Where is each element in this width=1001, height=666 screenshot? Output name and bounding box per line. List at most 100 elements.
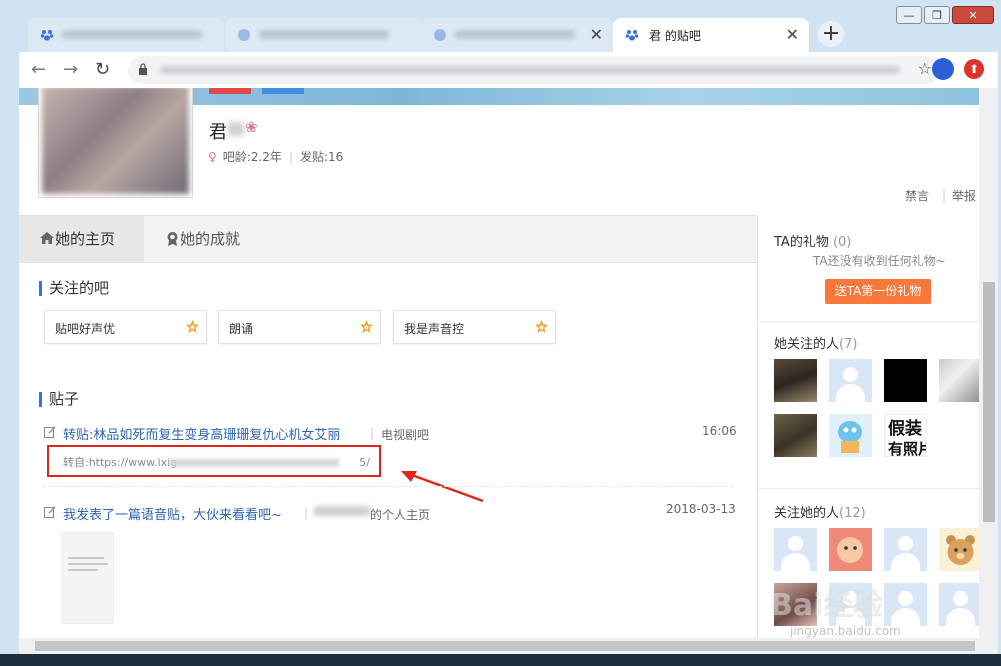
reload-button[interactable]: ↻ (95, 59, 110, 80)
browser-tab-3[interactable]: ✕ (421, 18, 613, 52)
right-sidebar: TA的礼物 (0) TA还没有收到任何礼物~ 送TA第一份礼物 她关注的人(7)… (757, 215, 979, 638)
profile-meta: ♀ 吧龄:2.2年 | 发贴:16 (208, 150, 344, 164)
baidu-paw-icon (40, 30, 54, 41)
post-divider (43, 486, 733, 487)
browser-tab-active[interactable]: 君 的贴吧 ✕ (613, 18, 809, 52)
bar-age: 吧龄:2.2年 (222, 150, 282, 164)
baidu-paw-icon (625, 30, 639, 41)
bar-card[interactable]: 朗诵 (218, 310, 381, 344)
name-blurred (228, 122, 244, 136)
followed-bars-title: 关注的吧 (39, 281, 109, 296)
desktop-background-strip (0, 654, 1001, 666)
follower-avatar[interactable] (774, 528, 817, 571)
minimize-button[interactable]: — (896, 6, 922, 24)
horizontal-scroll-thumb[interactable] (35, 641, 975, 651)
level-star-icon (186, 320, 199, 333)
home-icon (40, 232, 54, 244)
post-source-bar[interactable]: 电视剧吧 (381, 426, 429, 443)
post-time: 2018-03-13 (666, 502, 736, 516)
bar-name: 贴吧好声优 (55, 322, 116, 336)
annotation-arrow-icon (401, 471, 484, 503)
extension-upload-icon[interactable]: ⬆ (964, 59, 984, 79)
browser-tab-2[interactable] (225, 18, 421, 52)
post-thumbnail[interactable] (61, 532, 114, 624)
profile-name: 君 (209, 122, 227, 143)
back-button[interactable]: ← (31, 59, 46, 80)
bar-card[interactable]: 我是声音控 (393, 310, 556, 344)
profile-avatar (38, 88, 193, 198)
level-star-icon (360, 320, 373, 333)
mute-link[interactable]: 禁言 (905, 187, 929, 204)
browser-tab-1[interactable] (28, 18, 224, 52)
tab-strip: ✕ 君 的贴吧 ✕ + — ❐ ✕ (0, 0, 1001, 52)
address-bar[interactable]: ☆ (128, 56, 940, 84)
followers-title: 关注她的人(12) (774, 506, 866, 521)
send-gift-button[interactable]: 送TA第一份礼物 (825, 279, 931, 304)
female-icon: ♀ (208, 150, 217, 164)
post-source-home[interactable]: 的个人主页 (370, 506, 430, 523)
edit-icon (44, 426, 56, 438)
gifts-title: TA的礼物 (0) (774, 235, 852, 250)
tab-achievements-label: 她的成就 (180, 230, 241, 248)
tab-title-blurred (62, 30, 202, 39)
follower-avatar[interactable] (884, 528, 927, 571)
new-tab-button[interactable]: + (818, 21, 844, 47)
posts-title: 贴子 (39, 392, 79, 407)
watermark-logo: Bai经验 (770, 588, 884, 623)
medal-icon (167, 232, 178, 246)
browser-window: ✕ 君 的贴吧 ✕ + — ❐ ✕ ← → ↻ ☆ ⬆ 君 ❀ ♀ 吧龄:2.2… (0, 0, 1001, 666)
lock-icon (139, 63, 147, 75)
banner-button-blue[interactable] (262, 88, 304, 94)
followed-user-avatar[interactable] (939, 359, 979, 402)
watermark-url: jingyan.baidu.com (790, 624, 901, 638)
browser-toolbar: ← → ↻ ☆ ⬆ (19, 52, 998, 88)
report-link[interactable]: 举报 (952, 187, 976, 204)
extension-butterfly-icon[interactable] (932, 58, 954, 80)
bar-card[interactable]: 贴吧好声优 (44, 310, 207, 344)
flower-icon: ❀ (245, 118, 258, 136)
post-title-link[interactable]: 我发表了一篇语音贴，大伙来看看吧~ (63, 504, 282, 523)
followed-user-avatar[interactable] (829, 359, 872, 402)
close-tab-icon[interactable]: ✕ (590, 25, 603, 44)
globe-icon (434, 29, 446, 41)
tab-title-blurred (259, 30, 389, 39)
tab-title-blurred (455, 30, 575, 39)
follower-avatar[interactable] (939, 528, 979, 571)
level-star-icon (535, 320, 548, 333)
post-time: 16:06 (702, 424, 737, 438)
follower-avatar[interactable] (939, 583, 979, 626)
highlight-box (47, 445, 381, 477)
banner-button-red[interactable] (209, 88, 251, 94)
url-blurred (160, 66, 900, 74)
tab-home[interactable]: 她的主页 (19, 216, 144, 262)
bar-name: 我是声音控 (404, 322, 465, 336)
close-tab-icon[interactable]: ✕ (786, 25, 799, 44)
post-title-link[interactable]: 转贴:林品如死而复生变身高珊珊复仇心机女艾丽 (63, 424, 340, 443)
svg-text:有照片: 有照片 (888, 440, 927, 457)
globe-icon (238, 29, 250, 41)
followed-user-avatar[interactable] (774, 414, 817, 457)
post-count: 发贴:16 (299, 150, 344, 164)
forward-button[interactable]: → (63, 59, 78, 80)
source-blurred (314, 506, 370, 516)
svg-text:假装: 假装 (888, 418, 922, 439)
bar-name: 朗诵 (229, 322, 254, 336)
followed-user-avatar[interactable] (884, 359, 927, 402)
profile-tabs: 她的主页 她的成就 (19, 215, 757, 263)
tab-home-label: 她的主页 (55, 230, 116, 248)
gifts-empty-note: TA还没有收到任何礼物~ (813, 254, 946, 268)
tieba-profile-page: 君 ❀ ♀ 吧龄:2.2年 | 发贴:16 禁言 | 举报 她的主页 她的成就 关注的… (19, 88, 979, 638)
edit-icon (44, 506, 56, 518)
followed-user-avatar[interactable] (829, 414, 872, 457)
bookmark-star-icon[interactable]: ☆ (918, 59, 932, 78)
follower-avatar[interactable] (829, 528, 872, 571)
followed-user-avatar[interactable] (774, 359, 817, 402)
tab-achievements[interactable]: 她的成就 (145, 216, 240, 262)
maximize-button[interactable]: ❐ (924, 6, 950, 24)
following-title: 她关注的人(7) (774, 337, 858, 352)
follower-avatar[interactable] (884, 583, 927, 626)
followed-user-avatar[interactable]: 假装有照片 (884, 414, 927, 457)
vertical-scroll-thumb[interactable] (983, 282, 995, 522)
tab-title: 君 的贴吧 (649, 29, 701, 43)
close-window-button[interactable]: ✕ (952, 6, 994, 24)
